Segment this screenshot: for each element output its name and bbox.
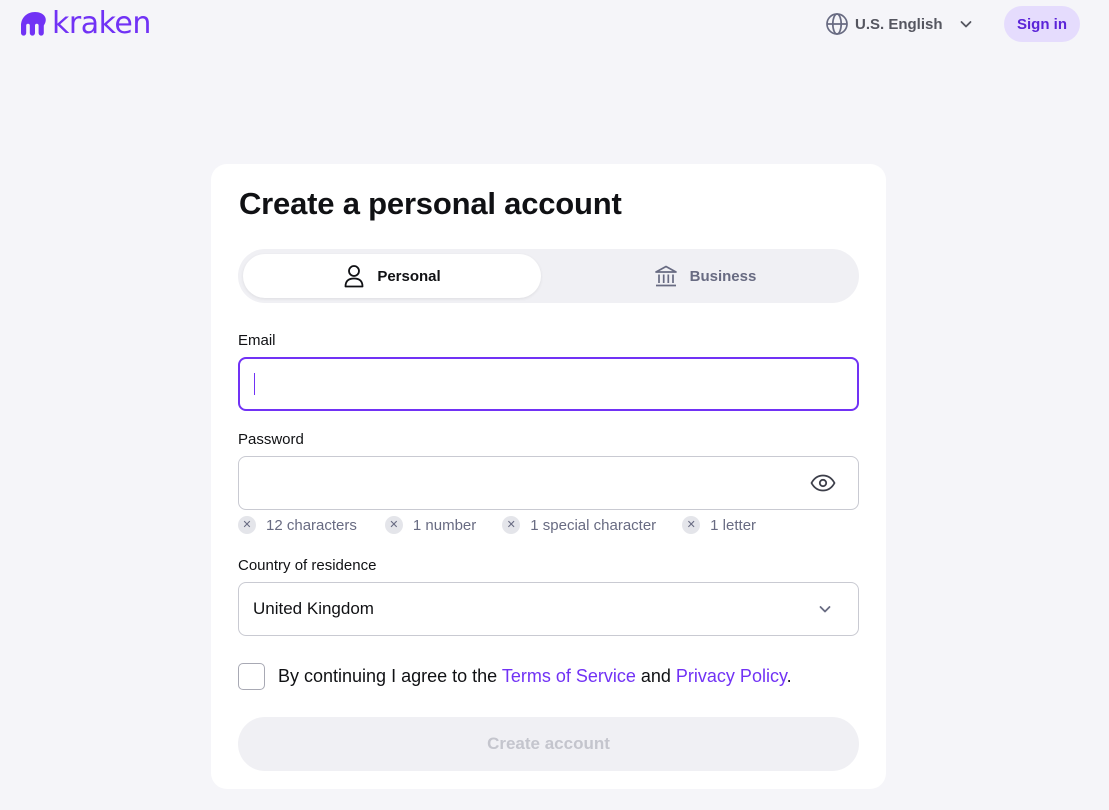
kraken-logo[interactable]: kraken	[20, 8, 151, 40]
terms-checkbox[interactable]	[238, 663, 265, 690]
x-icon: ✕	[502, 516, 521, 534]
country-value: United Kingdom	[253, 599, 374, 618]
requirement-item: ✕ 1 special character	[502, 516, 656, 534]
page-title: Create a personal account	[239, 186, 622, 221]
tab-personal[interactable]: Personal	[243, 254, 541, 298]
x-icon: ✕	[384, 516, 403, 534]
language-label: U.S. English	[855, 15, 943, 33]
requirement-text: 1 special character	[530, 516, 657, 534]
terms-of-service-link[interactable]: Terms of Service	[502, 666, 636, 686]
signup-card: Create a personal account Personal Busin…	[211, 164, 886, 789]
password-label: Password	[238, 431, 304, 448]
eye-icon[interactable]	[810, 472, 836, 494]
text-caret	[254, 373, 255, 395]
create-account-button[interactable]: Create account	[238, 717, 859, 771]
account-type-toggle: Personal Business	[238, 249, 859, 303]
requirement-item: ✕ 12 characters	[238, 516, 357, 534]
sign-in-button[interactable]: Sign in	[1004, 6, 1080, 42]
agreement-middle: and	[635, 666, 676, 686]
x-icon: ✕	[682, 516, 701, 534]
kraken-logo-text: kraken	[52, 6, 151, 41]
tab-business-label: Business	[689, 267, 757, 285]
privacy-policy-link[interactable]: Privacy Policy	[676, 666, 787, 686]
terms-agreement-text: By continuing I agree to the Terms of Se…	[278, 666, 792, 687]
requirement-item: ✕ 1 number	[384, 516, 477, 534]
requirement-text: 12 characters	[266, 516, 357, 534]
agreement-prefix: By continuing I agree to the	[278, 666, 502, 686]
language-selector[interactable]: U.S. English	[825, 12, 973, 36]
tab-business[interactable]: Business	[556, 254, 854, 298]
chevron-down-icon	[959, 17, 973, 31]
password-requirements: ✕ 12 characters ✕ 1 number ✕ 1 special c…	[238, 516, 756, 534]
requirement-text: 1 letter	[710, 516, 757, 534]
password-field[interactable]	[238, 456, 859, 510]
requirement-text: 1 number	[412, 516, 477, 534]
person-icon	[343, 264, 365, 288]
email-label: Email	[238, 332, 276, 349]
country-select[interactable]: United Kingdom	[238, 582, 859, 636]
x-icon: ✕	[238, 516, 256, 534]
agreement-suffix: .	[786, 666, 792, 686]
country-label: Country of residence	[238, 557, 377, 574]
email-field[interactable]	[238, 357, 859, 411]
kraken-logo-icon	[21, 12, 46, 36]
bank-icon	[654, 264, 678, 288]
globe-icon	[825, 12, 849, 36]
requirement-item: ✕ 1 letter	[682, 516, 756, 534]
chevron-down-icon	[818, 602, 832, 616]
tab-personal-label: Personal	[377, 267, 441, 285]
